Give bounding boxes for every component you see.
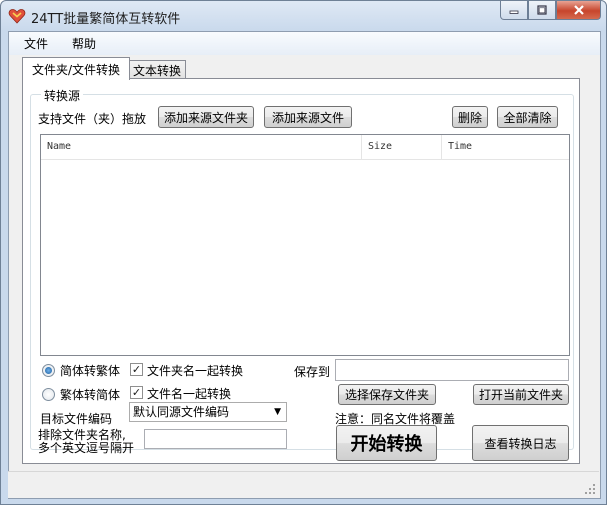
window-title: 24TT批量繁简体互转软件	[31, 12, 181, 27]
checkbox-folder-name-label: 文件夹名一起转换	[147, 364, 244, 378]
tab-folder-file[interactable]: 文件夹/文件转换	[22, 57, 130, 80]
maximize-icon	[537, 5, 547, 15]
view-log-button[interactable]: 查看转换日志	[472, 425, 569, 461]
heart-icon	[8, 9, 26, 24]
radio-t2s-label: 繁体转简体	[60, 388, 121, 402]
tab-panel-folder-file: 转换源 支持文件（夹）拖放 添加来源文件夹 添加来源文件 删除 全部清除 Nam…	[22, 78, 580, 464]
column-header-name[interactable]: Name	[41, 135, 362, 159]
close-button[interactable]	[556, 1, 601, 20]
menu-file[interactable]: 文件	[15, 35, 57, 52]
add-source-file-button[interactable]: 添加来源文件	[264, 106, 352, 128]
target-encoding-label: 目标文件编码	[40, 412, 113, 426]
source-group-legend: 转换源	[41, 87, 84, 104]
choose-save-folder-button[interactable]: 选择保存文件夹	[338, 384, 436, 405]
exclude-folder-label-line2: 多个英文逗号隔开	[38, 441, 135, 455]
menu-help[interactable]: 帮助	[63, 35, 105, 52]
clear-all-button[interactable]: 全部清除	[497, 106, 558, 128]
open-current-folder-button[interactable]: 打开当前文件夹	[473, 384, 569, 405]
client-area: 文件 帮助 文件夹/文件转换 文本转换 转换源 支持文件（夹）拖放 添加来源文件…	[8, 31, 601, 499]
encoding-selected-value: 默认同源文件编码	[133, 405, 230, 419]
column-header-size[interactable]: Size	[362, 135, 442, 159]
maximize-button[interactable]	[528, 1, 556, 20]
drag-drop-hint: 支持文件（夹）拖放	[38, 112, 147, 126]
add-source-folder-button[interactable]: 添加来源文件夹	[158, 106, 254, 128]
checkbox-file-name-label: 文件名一起转换	[147, 387, 232, 401]
exclude-folder-input[interactable]	[144, 429, 287, 449]
radio-simplified-to-traditional[interactable]	[42, 364, 55, 377]
save-path-input[interactable]	[335, 359, 569, 381]
tab-text[interactable]: 文本转换	[128, 60, 186, 80]
minimize-button[interactable]	[500, 1, 528, 20]
chevron-down-icon: ▼	[274, 407, 281, 417]
delete-button[interactable]: 删除	[452, 106, 488, 128]
app-window: 24TT批量繁简体互转软件 文件 帮助 文件夹/文件转换 文本转换 转换源 支持…	[0, 0, 607, 505]
minimize-icon	[509, 10, 519, 14]
encoding-select[interactable]: 默认同源文件编码 ▼	[129, 402, 287, 422]
checkbox-convert-folder-name[interactable]: ✓	[130, 363, 143, 376]
window-controls	[500, 1, 601, 21]
checkbox-convert-file-name[interactable]: ✓	[130, 386, 143, 399]
title-bar[interactable]: 24TT批量繁简体互转软件	[1, 1, 606, 31]
radio-s2t-label: 简体转繁体	[60, 364, 121, 378]
start-convert-button[interactable]: 开始转换	[336, 425, 437, 461]
column-header-time[interactable]: Time	[442, 135, 569, 159]
resize-grip-icon[interactable]	[584, 483, 596, 495]
source-file-list[interactable]: Name Size Time	[40, 134, 570, 356]
close-icon	[573, 5, 584, 15]
menu-bar: 文件 帮助	[9, 32, 600, 55]
radio-traditional-to-simplified[interactable]	[42, 388, 55, 401]
save-to-label: 保存到	[294, 365, 331, 379]
file-list-header: Name Size Time	[41, 135, 569, 160]
status-bar	[8, 471, 599, 498]
